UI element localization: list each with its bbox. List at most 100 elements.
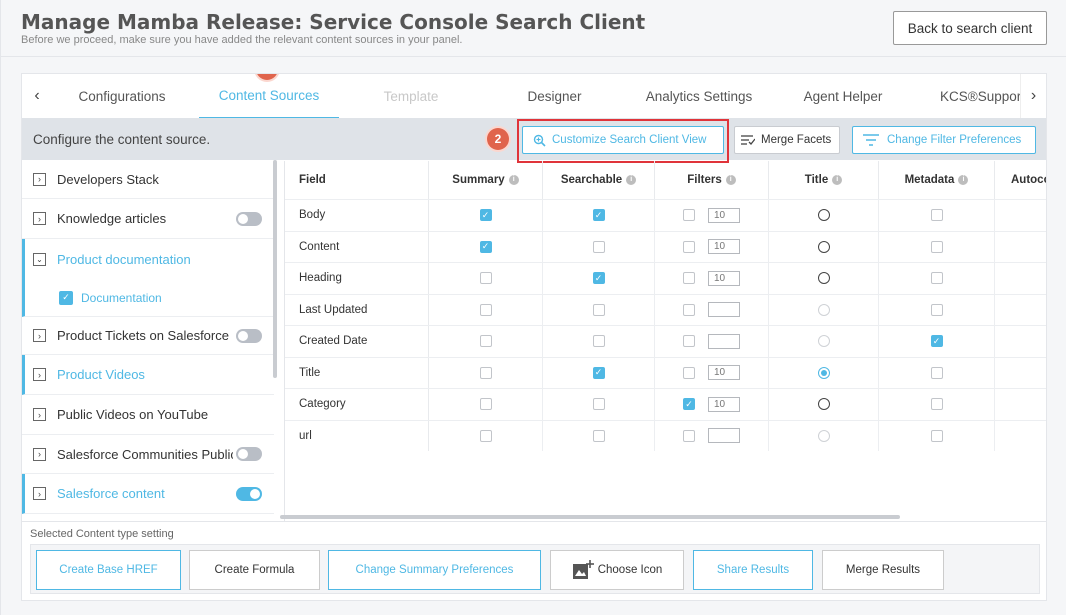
info-icon[interactable]: i: [832, 175, 843, 185]
searchable-checkbox[interactable]: [592, 335, 605, 348]
tab-kcs-support[interactable]: KCS®Suppor: [940, 74, 1020, 118]
expand-icon[interactable]: ›: [33, 212, 46, 225]
filters-cell: ✓ 10: [655, 389, 769, 420]
choose-icon-button[interactable]: Choose Icon: [550, 550, 684, 590]
filter-count-input[interactable]: 10: [708, 270, 740, 286]
info-icon[interactable]: i: [725, 175, 736, 185]
sidebar-item-product-documentation[interactable]: ⌄ Product documentation: [22, 239, 274, 279]
sidebar-scrollbar[interactable]: [273, 160, 277, 378]
table-horizontal-scrollbar[interactable]: [280, 515, 900, 519]
expand-icon[interactable]: ›: [33, 487, 46, 500]
toolbar-instruction: Configure the content source.: [33, 132, 211, 147]
filter-checkbox[interactable]: [683, 303, 695, 316]
metadata-checkbox[interactable]: [930, 240, 943, 253]
salesforce-content-toggle[interactable]: [236, 486, 262, 501]
searchable-cell: ✓: [543, 200, 655, 231]
tab-analytics-settings[interactable]: Analytics Settings: [632, 74, 766, 118]
metadata-checkbox[interactable]: ✓: [930, 335, 943, 348]
collapse-icon[interactable]: ⌄: [33, 252, 46, 266]
filter-count-input[interactable]: 10: [708, 207, 740, 223]
expand-icon[interactable]: ›: [33, 368, 46, 381]
sidebar-item-salesforce-communities[interactable]: › Salesforce Communities Public: [22, 435, 274, 474]
tab-configurations[interactable]: Configurations: [62, 74, 182, 118]
searchable-checkbox[interactable]: [592, 303, 605, 316]
title-radio[interactable]: [817, 209, 830, 222]
change-summary-preferences-button[interactable]: Change Summary Preferences: [328, 550, 541, 590]
filter-count-input[interactable]: 10: [708, 396, 740, 412]
summary-checkbox[interactable]: [479, 303, 492, 316]
filter-count-input[interactable]: [708, 302, 740, 318]
documentation-checkbox[interactable]: ✓: [59, 290, 73, 305]
info-icon[interactable]: i: [508, 175, 519, 185]
product-tickets-toggle[interactable]: [236, 328, 262, 343]
title-radio[interactable]: [817, 272, 830, 285]
metadata-checkbox[interactable]: [930, 398, 943, 411]
filter-count-input[interactable]: [708, 428, 740, 444]
filter-count-input[interactable]: [708, 333, 740, 349]
title-radio[interactable]: [817, 398, 830, 411]
metadata-checkbox[interactable]: [930, 366, 943, 379]
sidebar-subitem-documentation[interactable]: ✓ Documentation: [22, 279, 274, 317]
back-to-search-client-button[interactable]: Back to search client: [893, 11, 1047, 45]
field-name: url: [285, 420, 429, 451]
summary-checkbox[interactable]: ✓: [479, 240, 492, 253]
expand-icon[interactable]: ›: [33, 447, 46, 461]
searchable-checkbox[interactable]: ✓: [592, 366, 605, 379]
column-header-label: Autocomplete: [1011, 174, 1047, 186]
summary-checkbox[interactable]: [479, 398, 492, 411]
filter-checkbox[interactable]: [683, 240, 695, 253]
sidebar-item-public-videos-youtube[interactable]: › Public Videos on YouTube: [22, 395, 274, 435]
summary-checkbox[interactable]: [479, 429, 492, 442]
merge-results-button[interactable]: Merge Results: [822, 550, 944, 590]
filter-checkbox[interactable]: [683, 366, 695, 379]
create-formula-button[interactable]: Create Formula: [189, 550, 320, 590]
filter-checkbox[interactable]: [683, 335, 695, 348]
knowledge-articles-toggle[interactable]: [236, 211, 262, 226]
metadata-checkbox[interactable]: [930, 209, 943, 222]
info-icon[interactable]: i: [626, 175, 637, 185]
merge-facets-button[interactable]: Merge Facets: [734, 126, 840, 154]
filter-checkbox[interactable]: [683, 209, 695, 222]
searchable-cell: [543, 420, 655, 451]
expand-icon[interactable]: ›: [33, 329, 46, 342]
tabs-scroll-right-icon[interactable]: ›: [1020, 74, 1046, 118]
change-filter-preferences-button[interactable]: Change Filter Preferences: [852, 126, 1036, 154]
sidebar-item-product-tickets[interactable]: › Product Tickets on Salesforce: [22, 317, 274, 355]
share-results-button[interactable]: Share Results: [693, 550, 813, 590]
step-badge-2: 2: [487, 128, 509, 150]
title-cell: [769, 389, 879, 420]
info-icon[interactable]: i: [958, 175, 969, 185]
tab-content-sources[interactable]: Content Sources: [199, 74, 339, 118]
summary-cell: [429, 420, 543, 451]
create-base-href-button[interactable]: Create Base HREF: [36, 550, 181, 590]
summary-checkbox[interactable]: [479, 335, 492, 348]
expand-icon[interactable]: ›: [33, 408, 46, 421]
searchable-checkbox[interactable]: [592, 429, 605, 442]
expand-icon[interactable]: ›: [33, 172, 46, 186]
tab-designer[interactable]: Designer: [512, 74, 597, 118]
filter-checkbox[interactable]: [683, 429, 695, 442]
filter-checkbox[interactable]: ✓: [683, 398, 695, 411]
metadata-checkbox[interactable]: [930, 429, 943, 442]
sidebar-item-knowledge-articles[interactable]: › Knowledge articles: [22, 199, 274, 239]
summary-checkbox[interactable]: ✓: [479, 209, 492, 222]
searchable-checkbox[interactable]: ✓: [592, 209, 605, 222]
filter-count-input[interactable]: 10: [708, 239, 740, 255]
filter-count-input[interactable]: 10: [708, 365, 740, 381]
searchable-checkbox[interactable]: [592, 398, 605, 411]
title-radio[interactable]: [817, 366, 830, 379]
sidebar-item-developers-stack[interactable]: › Developers Stack: [22, 160, 274, 199]
metadata-checkbox[interactable]: [930, 303, 943, 316]
searchable-checkbox[interactable]: ✓: [592, 272, 605, 285]
title-radio[interactable]: [817, 240, 830, 253]
sidebar-item-product-videos[interactable]: › Product Videos: [22, 355, 274, 395]
salesforce-communities-toggle[interactable]: [236, 447, 262, 461]
summary-checkbox[interactable]: [479, 272, 492, 285]
metadata-checkbox[interactable]: [930, 272, 943, 285]
tab-agent-helper[interactable]: Agent Helper: [792, 74, 894, 118]
tabs-scroll-left-icon[interactable]: ‹: [24, 74, 50, 118]
searchable-checkbox[interactable]: [592, 240, 605, 253]
sidebar-item-salesforce-content[interactable]: › Salesforce content: [22, 474, 274, 514]
filter-checkbox[interactable]: [683, 272, 695, 285]
summary-checkbox[interactable]: [479, 366, 492, 379]
